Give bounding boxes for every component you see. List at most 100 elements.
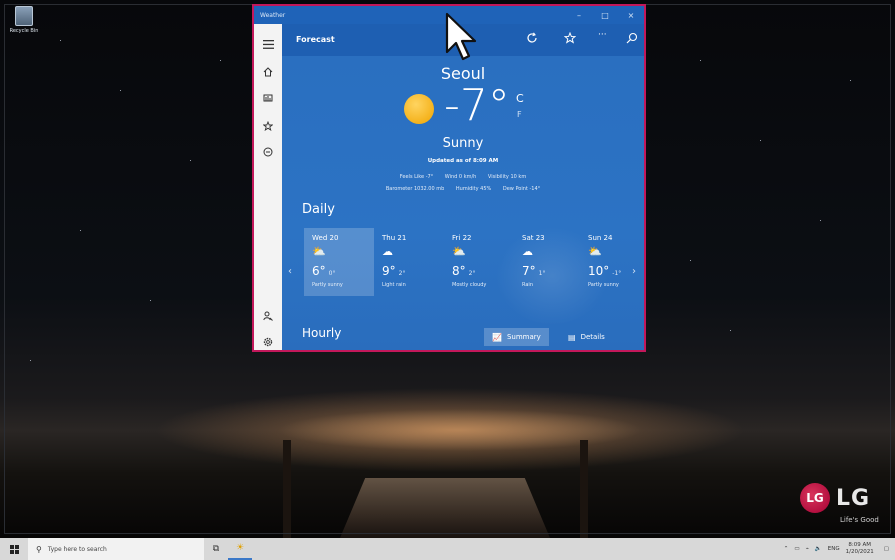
day-description: Rain: [522, 282, 533, 288]
search-placeholder: Type here to search: [47, 545, 107, 553]
search-icon: ⚲: [36, 544, 42, 554]
wind: Wind 0 km/h: [444, 174, 477, 180]
rain-icon: ☁: [522, 245, 533, 258]
dew-point: Dew Point -14°: [502, 186, 541, 192]
volume-icon[interactable]: 🔈: [815, 546, 822, 552]
hourly-heading: Hourly: [302, 326, 342, 340]
tab-forecast[interactable]: Forecast: [296, 35, 335, 44]
hamburger-icon[interactable]: [254, 34, 282, 54]
taskbar: ⚲ Type here to search ⧉ ☀ ⌃ ▭ ⌁ 🔈 ENG 8:…: [0, 538, 895, 560]
pier-post: [580, 440, 588, 538]
language-indicator[interactable]: ENG: [828, 546, 840, 552]
summary-button[interactable]: 📈 Summary: [484, 328, 549, 346]
settings-icon[interactable]: [254, 332, 282, 350]
day-low: 1°: [538, 270, 546, 277]
mostly-cloudy-icon: ⛅: [452, 245, 466, 258]
battery-icon[interactable]: ▭: [794, 546, 799, 552]
day-description: Partly sunny: [312, 282, 343, 288]
window-title: Weather: [260, 11, 286, 19]
recycle-bin-icon: [15, 6, 33, 26]
star-icon[interactable]: [563, 31, 577, 47]
scroll-left-icon[interactable]: ‹: [288, 266, 292, 277]
forecast-content: Seoul -7° C F Sunny Updated as of 8:09 A…: [282, 56, 644, 350]
home-icon[interactable]: [254, 62, 282, 82]
close-button[interactable]: ×: [618, 11, 644, 20]
details-button[interactable]: ▤ Details: [560, 328, 613, 346]
day-card[interactable]: Wed 20 ⛅ 6° 0° Partly sunny: [304, 228, 374, 296]
day-card[interactable]: Thu 21 ☁ 9° 2° Light rain: [374, 228, 444, 296]
system-tray: ⌃ ▭ ⌁ 🔈 ENG 8:09 AM 1/20/2021 ▢: [784, 538, 895, 560]
day-high: 6°: [312, 264, 326, 278]
lg-tagline: Life's Good: [840, 516, 879, 524]
partly-sunny-icon: ⛅: [588, 245, 602, 258]
day-card[interactable]: Sun 24 ⛅ 10° -1° Partly sunny: [580, 228, 644, 296]
news-icon[interactable]: [254, 142, 282, 162]
lg-circle-icon: LG: [800, 483, 830, 513]
day-low: 2°: [468, 270, 476, 277]
day-high: 9°: [382, 264, 396, 278]
humidity: Humidity 45%: [455, 186, 492, 192]
lg-wordmark: LG: [836, 485, 871, 511]
clock-time: 8:09 AM: [848, 542, 871, 548]
day-name: Fri 22: [452, 234, 472, 242]
day-description: Light rain: [382, 282, 406, 288]
scroll-right-icon[interactable]: ›: [632, 266, 636, 277]
search-icon[interactable]: [626, 32, 638, 47]
unit-celsius[interactable]: C: [516, 92, 524, 105]
pier-post: [283, 440, 291, 538]
current-temperature: -7°: [444, 80, 510, 131]
mouse-cursor-icon: [444, 12, 482, 66]
day-card[interactable]: Fri 22 ⛅ 8° 2° Mostly cloudy: [444, 228, 514, 296]
day-low: 2°: [398, 270, 406, 277]
pier: [340, 478, 550, 538]
day-name: Sat 23: [522, 234, 545, 242]
day-low: 0°: [328, 270, 336, 277]
nav-sidebar: [254, 24, 282, 350]
chart-icon: 📈: [492, 332, 502, 342]
daily-heading: Daily: [302, 202, 335, 217]
details-row-1: Feels Like -7° Wind 0 km/h Visibility 10…: [282, 174, 644, 180]
day-high: 8°: [452, 264, 466, 278]
barometer: Barometer 1032.00 mb: [385, 186, 445, 192]
show-hidden-icons-icon[interactable]: ⌃: [784, 546, 789, 552]
windows-logo-icon: [9, 544, 19, 554]
weather-app-icon[interactable]: ☀: [228, 538, 252, 560]
light-rain-icon: ☁: [382, 245, 393, 258]
day-description: Mostly cloudy: [452, 282, 487, 288]
recycle-bin[interactable]: Recycle Bin: [6, 6, 42, 34]
day-name: Wed 20: [312, 234, 339, 242]
favorites-icon[interactable]: [254, 116, 282, 136]
start-button[interactable]: [0, 538, 28, 560]
unit-fahrenheit[interactable]: F: [517, 110, 522, 119]
sunny-icon: [404, 94, 434, 124]
details-icon: ▤: [568, 332, 576, 342]
visibility: Visibility 10 km: [487, 174, 527, 180]
day-name: Thu 21: [382, 234, 407, 242]
details-label: Details: [580, 333, 605, 341]
network-icon[interactable]: ⌁: [806, 546, 809, 552]
day-high: 7°: [522, 264, 536, 278]
day-name: Sun 24: [588, 234, 613, 242]
recycle-bin-label: Recycle Bin: [9, 28, 39, 34]
clock-date: 1/20/2021: [845, 549, 874, 555]
day-low: -1°: [612, 270, 622, 277]
details-row-2: Barometer 1032.00 mb Humidity 45% Dew Po…: [282, 186, 644, 192]
updated-time: Updated as of 8:09 AM: [427, 158, 499, 164]
current-condition: Sunny: [442, 136, 484, 151]
day-card[interactable]: Sat 23 ☁ 7° 1° Rain: [514, 228, 584, 296]
account-icon[interactable]: [254, 306, 282, 326]
more-button[interactable]: ···: [598, 30, 607, 40]
lg-logo: LG LG: [800, 483, 870, 513]
summary-label: Summary: [506, 333, 541, 341]
minimize-button[interactable]: –: [566, 11, 592, 20]
day-high: 10°: [588, 264, 610, 278]
task-view-icon[interactable]: ⧉: [204, 538, 228, 560]
maximize-button[interactable]: □: [592, 11, 618, 20]
day-description: Partly sunny: [588, 282, 619, 288]
maps-icon[interactable]: [254, 88, 282, 108]
taskbar-search[interactable]: ⚲ Type here to search: [28, 538, 204, 560]
clock[interactable]: 8:09 AM 1/20/2021: [846, 542, 874, 556]
notifications-icon[interactable]: ▢: [884, 546, 889, 552]
partly-sunny-icon: ⛅: [312, 245, 326, 258]
refresh-icon[interactable]: [526, 32, 538, 47]
